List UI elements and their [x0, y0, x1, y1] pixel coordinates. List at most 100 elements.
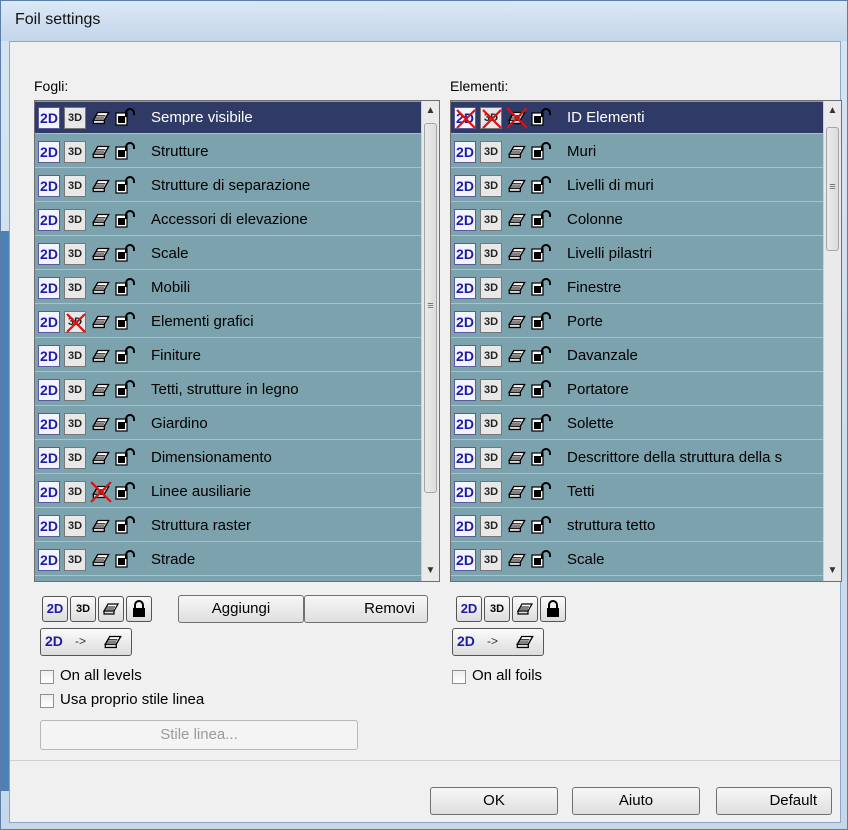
view-2d-icon[interactable]: 2D	[38, 175, 60, 197]
vertical-scrollbar[interactable]: ▲ ≡ ▼	[421, 101, 439, 581]
view-2d-icon[interactable]: 2D	[38, 379, 60, 401]
view-2d-icon[interactable]: 2D	[454, 515, 476, 537]
lock-icon[interactable]	[531, 481, 553, 503]
scroll-up-icon[interactable]: ▲	[824, 101, 841, 121]
lock-icon[interactable]	[531, 379, 553, 401]
view-3d-icon[interactable]: 3D	[480, 481, 502, 503]
lock-icon[interactable]	[115, 107, 137, 129]
view-3d-icon[interactable]: 3D	[64, 209, 86, 231]
lock-icon[interactable]	[115, 413, 137, 435]
printer-icon[interactable]	[506, 413, 528, 435]
printer-icon[interactable]	[90, 141, 112, 163]
lock-icon[interactable]	[531, 515, 553, 537]
printer-icon[interactable]	[506, 243, 528, 265]
view-3d-icon[interactable]: 3D	[64, 379, 86, 401]
printer-icon[interactable]	[506, 447, 528, 469]
printer-icon[interactable]	[506, 549, 528, 571]
list-item[interactable]: 2D 3D Dimensionamento	[35, 442, 439, 474]
printer-icon[interactable]	[90, 243, 112, 265]
view-2d-icon[interactable]: 2D	[454, 311, 476, 333]
list-item[interactable]: 2D 3D Struttura raster	[35, 510, 439, 542]
toggle-2d-button-right[interactable]: 2D	[456, 596, 482, 622]
lock-icon[interactable]	[531, 209, 553, 231]
printer-icon[interactable]	[90, 481, 112, 503]
scroll-down-icon[interactable]: ▼	[824, 561, 841, 581]
printer-icon[interactable]	[90, 549, 112, 571]
scroll-down-icon[interactable]: ▼	[422, 561, 439, 581]
on-all-foils-checkbox[interactable]	[452, 670, 466, 684]
view-2d-icon[interactable]: 2D	[454, 107, 476, 129]
view-3d-icon[interactable]: 3D	[480, 413, 502, 435]
printer-icon[interactable]	[506, 515, 528, 537]
view-3d-icon[interactable]: 3D	[480, 447, 502, 469]
view-3d-icon[interactable]: 3D	[64, 481, 86, 503]
lock-icon[interactable]	[115, 277, 137, 299]
list-item[interactable]: 2D 3D Colonne	[451, 204, 841, 236]
view-2d-icon[interactable]: 2D	[38, 345, 60, 367]
default-button[interactable]: Default	[716, 787, 832, 815]
view-2d-icon[interactable]: 2D	[454, 549, 476, 571]
printer-icon[interactable]	[90, 345, 112, 367]
help-button[interactable]: Aiuto	[572, 787, 700, 815]
printer-icon[interactable]	[90, 447, 112, 469]
toggle-2d-button[interactable]: 2D	[42, 596, 68, 622]
list-item[interactable]: 2D 3D Portatore	[451, 374, 841, 406]
convert-2d-to-print-button[interactable]: 2D ->	[40, 628, 132, 656]
convert-2d-to-print-button-right[interactable]: 2D ->	[452, 628, 544, 656]
list-item[interactable]: 2D 3D Finiture	[35, 340, 439, 372]
printer-icon[interactable]	[506, 141, 528, 163]
list-item[interactable]: 2D 3D Solette	[451, 408, 841, 440]
view-3d-icon[interactable]: 3D	[64, 447, 86, 469]
list-item[interactable]: 2D 3D Livelli pilastri	[451, 238, 841, 270]
lock-icon[interactable]	[531, 175, 553, 197]
view-2d-icon[interactable]: 2D	[38, 413, 60, 435]
lock-icon[interactable]	[115, 311, 137, 333]
list-item[interactable]: 2D 3D Finestre	[451, 272, 841, 304]
lock-icon[interactable]	[531, 345, 553, 367]
view-2d-icon[interactable]: 2D	[454, 379, 476, 401]
list-item[interactable]: 2D 3D Sempre visibile	[35, 102, 439, 134]
list-item[interactable]: 2D 3D Livelli di muri	[451, 170, 841, 202]
view-2d-icon[interactable]: 2D	[38, 447, 60, 469]
vertical-scrollbar[interactable]: ▲ ≡ ▼	[823, 101, 841, 581]
view-3d-icon[interactable]: 3D	[480, 379, 502, 401]
lock-icon[interactable]	[531, 277, 553, 299]
view-3d-icon[interactable]: 3D	[64, 311, 86, 333]
lock-icon[interactable]	[115, 447, 137, 469]
view-2d-icon[interactable]: 2D	[454, 243, 476, 265]
foils-list[interactable]: 2D 3D Sempre visibile 2D 3D Strutture 2D 3D Stru…	[34, 100, 440, 582]
view-3d-icon[interactable]: 3D	[64, 413, 86, 435]
lock-icon[interactable]	[531, 549, 553, 571]
printer-icon[interactable]	[506, 345, 528, 367]
list-item[interactable]: 2D 3D Strutture	[35, 136, 439, 168]
view-3d-icon[interactable]: 3D	[64, 549, 86, 571]
lock-icon[interactable]	[531, 141, 553, 163]
list-item[interactable]: 2D3D ID Elementi	[451, 102, 841, 134]
printer-icon[interactable]	[90, 311, 112, 333]
list-item[interactable]: 2D 3D Accessori di elevazione	[35, 204, 439, 236]
view-3d-icon[interactable]: 3D	[64, 141, 86, 163]
on-all-levels-checkbox[interactable]	[40, 670, 54, 684]
view-2d-icon[interactable]: 2D	[38, 311, 60, 333]
printer-icon[interactable]	[90, 277, 112, 299]
view-2d-icon[interactable]: 2D	[454, 175, 476, 197]
lock-icon[interactable]	[531, 413, 553, 435]
view-2d-icon[interactable]: 2D	[454, 413, 476, 435]
view-3d-icon[interactable]: 3D	[480, 311, 502, 333]
view-3d-icon[interactable]: 3D	[64, 345, 86, 367]
view-2d-icon[interactable]: 2D	[38, 209, 60, 231]
scroll-up-icon[interactable]: ▲	[422, 101, 439, 121]
view-2d-icon[interactable]: 2D	[454, 277, 476, 299]
list-item[interactable]: 2D 3D Giardino	[35, 408, 439, 440]
printer-icon[interactable]	[506, 277, 528, 299]
lock-icon[interactable]	[531, 447, 553, 469]
printer-icon[interactable]	[90, 175, 112, 197]
lock-icon[interactable]	[531, 243, 553, 265]
view-3d-icon[interactable]: 3D	[480, 515, 502, 537]
list-item[interactable]: 2D 3D Strutture di separazione	[35, 170, 439, 202]
printer-icon[interactable]	[506, 107, 528, 129]
list-item[interactable]: 2D3D Elementi grafici	[35, 306, 439, 338]
view-3d-icon[interactable]: 3D	[480, 209, 502, 231]
list-item[interactable]: 2D 3D Scale	[451, 544, 841, 576]
lock-icon[interactable]	[115, 209, 137, 231]
